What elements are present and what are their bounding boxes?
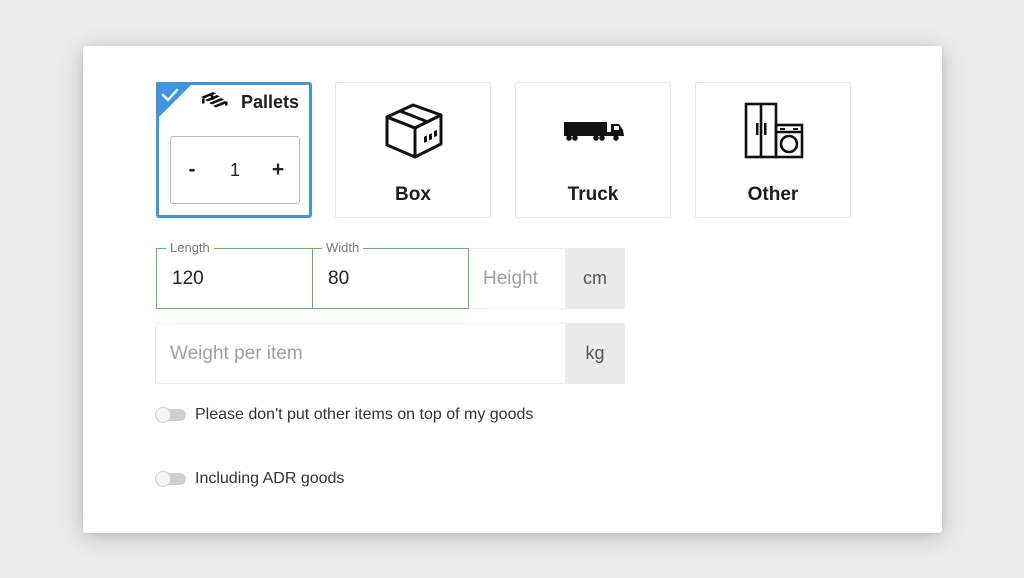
- length-label: Length: [166, 240, 214, 255]
- no-stacking-label: Please don't put other items on top of m…: [195, 406, 534, 423]
- pallet-icon: [199, 91, 231, 114]
- adr-goods-label: Including ADR goods: [195, 470, 345, 487]
- adr-goods-toggle[interactable]: [155, 471, 186, 487]
- cargo-type-label: Other: [747, 184, 799, 205]
- box-icon: [383, 101, 445, 166]
- truck-icon: [563, 120, 625, 147]
- width-field[interactable]: Width 80: [312, 240, 469, 309]
- decrement-button[interactable]: -: [184, 158, 200, 182]
- weight-unit: kg: [565, 323, 625, 384]
- quantity-value[interactable]: 1: [230, 160, 240, 181]
- cargo-type-truck[interactable]: Truck: [515, 82, 671, 218]
- cargo-type-label: Box: [395, 184, 431, 205]
- height-placeholder: Height: [483, 268, 538, 289]
- no-stacking-toggle[interactable]: [155, 407, 186, 423]
- weight-field[interactable]: Weight per item: [155, 323, 566, 384]
- cargo-type-pallets[interactable]: Pallets - 1 +: [156, 82, 312, 218]
- no-stacking-option: Please don't put other items on top of m…: [155, 406, 534, 424]
- cargo-type-box[interactable]: Box: [335, 82, 491, 218]
- height-field[interactable]: Height: [469, 248, 567, 309]
- width-label: Width: [322, 240, 364, 255]
- dimension-unit: cm: [565, 248, 625, 309]
- selected-check-icon: [156, 82, 194, 120]
- adr-goods-option: Including ADR goods: [155, 470, 345, 488]
- increment-button[interactable]: +: [270, 158, 286, 182]
- width-value[interactable]: 80: [328, 268, 349, 290]
- quantity-stepper: - 1 +: [170, 136, 300, 204]
- weight-placeholder: Weight per item: [170, 343, 303, 364]
- cargo-form-card: Pallets - 1 + Box Truck Other Length 120…: [83, 46, 942, 533]
- length-field[interactable]: Length 120: [156, 240, 313, 309]
- cargo-type-label: Truck: [567, 184, 619, 205]
- cargo-type-other[interactable]: Other: [695, 82, 851, 218]
- length-value[interactable]: 120: [172, 268, 204, 290]
- appliances-icon: [743, 101, 805, 166]
- cargo-type-label: Pallets: [241, 92, 300, 112]
